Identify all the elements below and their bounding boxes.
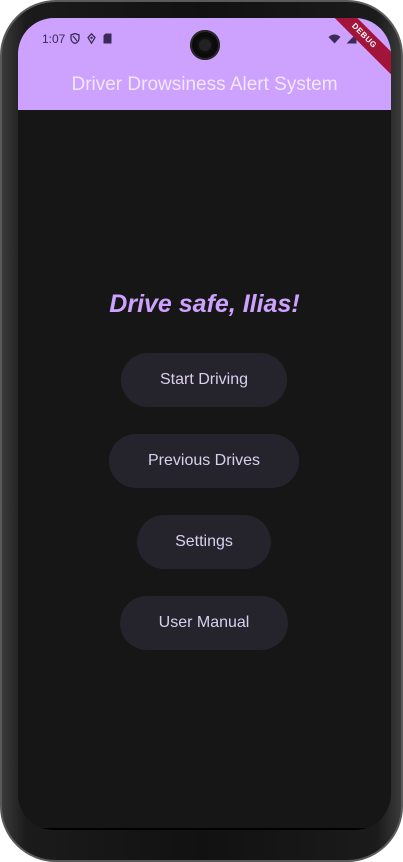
navigation-bar <box>18 828 391 830</box>
front-camera <box>190 30 220 60</box>
location-icon <box>87 31 96 49</box>
user-manual-button[interactable]: User Manual <box>120 596 288 650</box>
app-title: Driver Drowsiness Alert System <box>71 74 338 95</box>
phone-frame: 1:07 DEBUG Driver Drowsiness Alert Syste… <box>0 0 403 862</box>
start-driving-button[interactable]: Start Driving <box>121 353 287 407</box>
settings-button[interactable]: Settings <box>137 515 271 569</box>
previous-drives-button[interactable]: Previous Drives <box>109 434 299 488</box>
wifi-icon <box>328 31 341 49</box>
camera-lens <box>199 39 211 51</box>
app-screen: 1:07 DEBUG Driver Drowsiness Alert Syste… <box>18 18 391 830</box>
shield-icon <box>70 31 80 49</box>
status-bar: 1:07 <box>18 18 391 60</box>
app-bar: 1:07 DEBUG Driver Drowsiness Alert Syste… <box>18 18 391 110</box>
status-time: 1:07 <box>42 32 66 46</box>
status-icons-left <box>70 31 112 49</box>
greeting-text: Drive safe, Ilias! <box>109 290 300 318</box>
sd-card-icon <box>103 31 112 49</box>
